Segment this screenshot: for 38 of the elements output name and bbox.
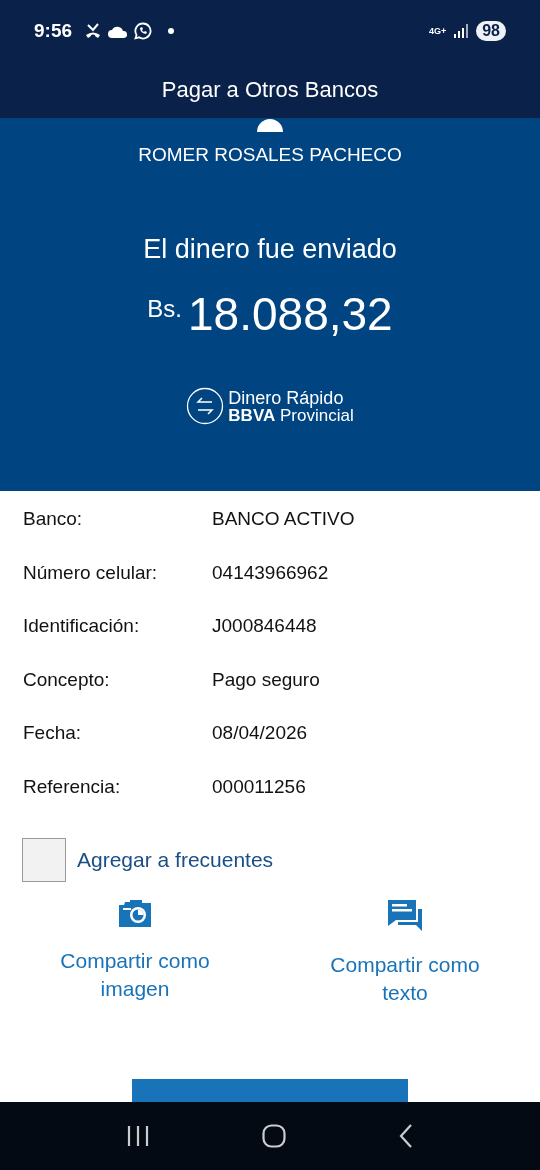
cloud-icon — [108, 24, 129, 38]
detail-value: J000846448 — [212, 615, 318, 638]
dome-icon — [256, 118, 284, 132]
chat-icon — [388, 899, 422, 931]
checkbox[interactable] — [22, 837, 66, 882]
signal-icon — [454, 24, 469, 38]
detail-label: Concepto: — [23, 668, 111, 691]
detail-value: Pago seguro — [212, 668, 321, 691]
back-icon[interactable] — [399, 1124, 414, 1148]
detail-label: Banco: — [23, 508, 84, 530]
missed-call-icon — [84, 23, 103, 39]
recipient-name: ROMER ROSALES PACHECO — [138, 144, 402, 166]
brand-name: Dinero Rápido — [228, 388, 344, 407]
share-link[interactable]: Compartir como texto — [310, 950, 500, 1007]
home-icon[interactable] — [262, 1124, 286, 1148]
detail-value: 08/04/2026 — [212, 722, 309, 745]
screen-title: Pagar a Otros Bancos — [161, 77, 379, 103]
detail-label: Identificación: — [23, 615, 141, 638]
chat-bubble-icon — [134, 22, 153, 40]
detail-label: Número celular: — [23, 561, 159, 584]
detail-label: Referencia: — [23, 775, 122, 798]
detail-value: 04143966962 — [212, 561, 330, 584]
dot-icon — [168, 28, 175, 34]
detail-label: Fecha: — [23, 722, 83, 745]
transfer-arrows-icon — [186, 387, 225, 425]
amount-value: 18.088,32 — [188, 287, 393, 341]
share-link[interactable]: Compartir como imagen — [35, 946, 235, 1003]
detail-value: BANCO ACTIVO — [212, 508, 356, 530]
network-label: 4G+ — [428, 26, 447, 36]
detail-value: 000011256 — [212, 775, 307, 798]
camera-icon — [119, 899, 151, 927]
brand-subname: BBVA Provincial — [228, 406, 354, 424]
battery-level: 98 — [476, 21, 506, 41]
checkbox-label[interactable]: Agregar a frecuentes — [77, 847, 274, 872]
status-message: El dinero fue enviado — [143, 234, 397, 265]
recent-apps-icon[interactable] — [126, 1126, 149, 1146]
clock: 9:56 — [34, 20, 73, 42]
currency-label: Bs. — [147, 295, 182, 323]
